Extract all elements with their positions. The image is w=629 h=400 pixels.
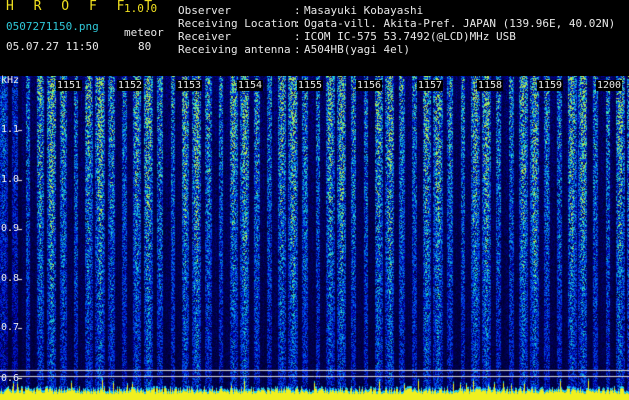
station-info-values: Masayuki Kobayashi Ogata-vill. Akita-Pref… — [304, 4, 615, 56]
spectrogram — [0, 76, 629, 400]
location-value: Ogata-vill. Akita-Pref. JAPAN (139.96E, … — [304, 17, 616, 30]
location-label: Receiving Location — [178, 17, 298, 30]
y-axis-unit: kHz — [1, 75, 20, 86]
antenna-value: A504HB(yagi 4el) — [304, 43, 410, 56]
receiver-value: ICOM IC-575 53.7492(@LCD)MHz USB — [304, 30, 516, 43]
x-tick-label: 1158 — [477, 80, 504, 91]
x-tick-label: 1154 — [237, 80, 264, 91]
x-tick-label: 1200 — [596, 80, 623, 91]
y-tick-label: 0.7 — [1, 322, 20, 333]
mode-value: 80 — [138, 40, 152, 53]
x-tick-label: 1156 — [356, 80, 383, 91]
x-tick-label: 1152 — [117, 80, 144, 91]
y-tick-label: 0.6 — [1, 373, 20, 384]
x-tick-label: 1153 — [176, 80, 203, 91]
station-info-labels: Observer Receiving Location Receiver Receiv… — [178, 4, 297, 56]
y-tick-label: 1.1 — [1, 124, 20, 135]
antenna-label: Receiving antenna — [178, 43, 291, 56]
station-info-separators: : : : : — [294, 4, 301, 56]
x-tick-label: 1157 — [417, 80, 444, 91]
timestamp: 05.07.27 11:50 — [6, 40, 99, 53]
y-tick-label: 0.9 — [1, 223, 20, 234]
file-name: 0507271150.png — [6, 20, 99, 33]
y-tick-label: 1.0 — [1, 174, 20, 185]
x-tick-label: 1155 — [297, 80, 324, 91]
x-tick-label: 1159 — [537, 80, 564, 91]
app-version: 1.0.0 — [124, 2, 158, 15]
observer-value: Masayuki Kobayashi — [304, 4, 424, 17]
mode-label: meteor — [124, 26, 164, 39]
x-tick-label: 1151 — [56, 80, 83, 91]
observer-label: Observer — [178, 4, 231, 17]
y-tick-label: 0.8 — [1, 273, 20, 284]
receiver-label: Receiver — [178, 30, 231, 43]
